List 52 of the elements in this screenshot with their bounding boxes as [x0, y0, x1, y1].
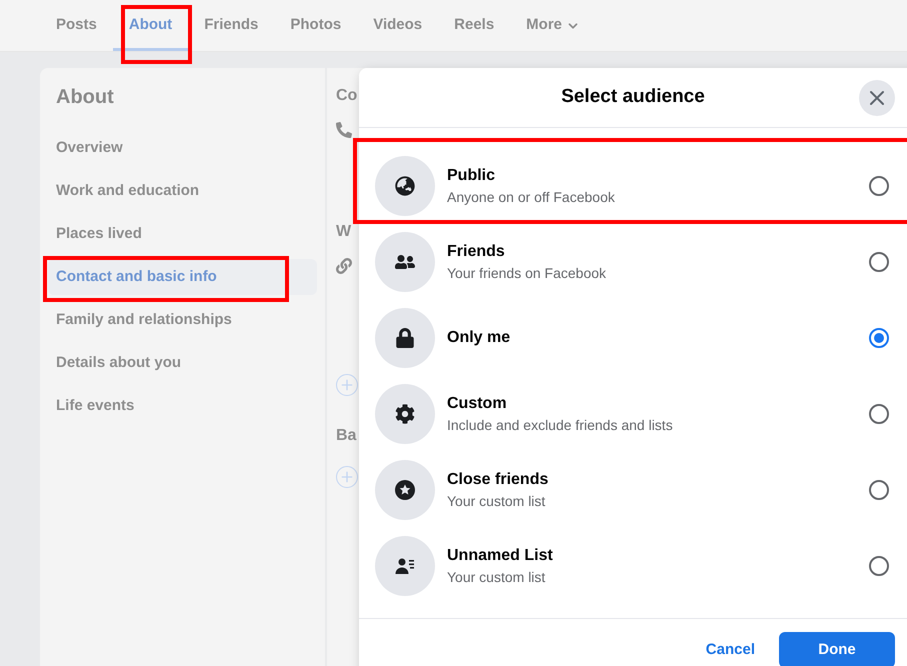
option-description: Your custom list [447, 568, 546, 587]
radio-button[interactable] [869, 404, 889, 424]
dialog-title: Select audience [561, 85, 705, 110]
option-label: Custom [447, 394, 508, 414]
people-icon [395, 252, 415, 272]
sidebar-item[interactable]: Contact and basic info [48, 259, 317, 295]
audience-option[interactable]: Close friends Your custom list [375, 452, 891, 528]
profile-tab[interactable]: Videos [357, 0, 438, 51]
gear-icon [395, 404, 415, 424]
radio-button[interactable] [869, 328, 889, 348]
link-icon [336, 258, 352, 274]
profile-tab[interactable]: Reels [438, 0, 510, 51]
section-heading: W [336, 222, 352, 242]
option-label: Public [447, 166, 496, 186]
profile-tab[interactable]: More [510, 0, 596, 51]
sidebar-item[interactable]: Family and relationships [48, 302, 317, 338]
phone-icon [336, 122, 352, 138]
option-description: Include and exclude friends and lists [447, 416, 674, 435]
audience-option[interactable]: Only me [375, 300, 891, 376]
profile-tab[interactable]: Photos [274, 0, 358, 51]
option-description: Your custom list [447, 492, 546, 511]
option-label: Unnamed List [447, 546, 554, 566]
radio-button[interactable] [869, 176, 889, 196]
section-heading: Ba [336, 426, 356, 446]
sidebar-item[interactable]: Life events [48, 388, 317, 424]
globe-icon [395, 176, 415, 196]
sidebar-item[interactable]: Places lived [48, 216, 317, 252]
cancel-button[interactable]: Cancel [694, 632, 767, 666]
sidebar-item[interactable]: Work and education [48, 173, 317, 209]
profile-tab[interactable]: Friends [188, 0, 274, 51]
option-description: Your friends on Facebook [447, 264, 608, 283]
close-button[interactable] [859, 80, 895, 116]
radio-button[interactable] [869, 252, 889, 272]
profile-tab[interactable]: About [112, 0, 188, 51]
option-label: Only me [447, 328, 512, 348]
sidebar-item[interactable]: Overview [48, 130, 317, 166]
audience-option[interactable]: Unnamed List Your custom list [375, 528, 891, 604]
audience-option[interactable]: Custom Include and exclude friends and lists [375, 376, 891, 452]
option-label: Close friends [447, 470, 550, 490]
audience-option[interactable]: Public Anyone on or off Facebook [375, 148, 891, 224]
section-heading: Co [336, 86, 358, 106]
person-list-icon [395, 556, 415, 576]
sidebar-item[interactable]: Details about you [48, 345, 317, 381]
profile-tab[interactable]: Posts [40, 0, 113, 51]
option-description: Anyone on or off Facebook [447, 188, 616, 207]
done-button[interactable]: Done [779, 632, 895, 666]
audience-option[interactable]: Friends Your friends on Facebook [375, 224, 891, 300]
sidebar-title: About [55, 85, 115, 110]
option-label: Friends [447, 242, 506, 262]
radio-button[interactable] [869, 480, 889, 500]
lock-icon [395, 328, 415, 348]
radio-button[interactable] [869, 556, 889, 576]
